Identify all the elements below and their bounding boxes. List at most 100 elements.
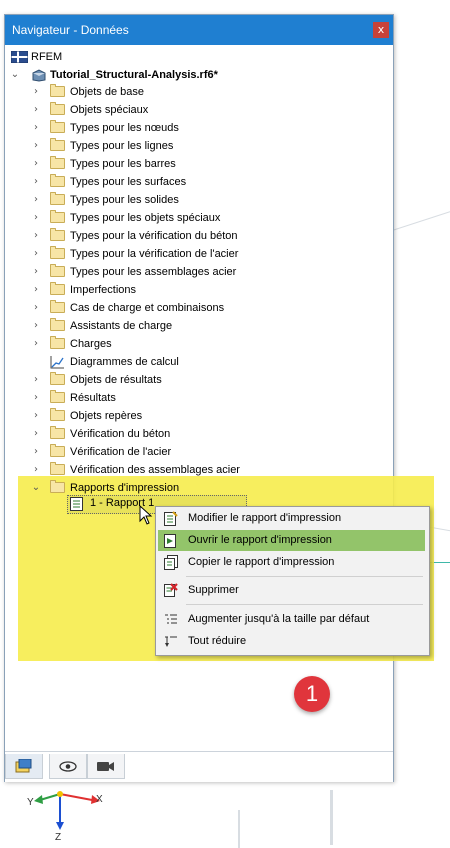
- rfem-flag-icon: [11, 51, 28, 63]
- chevron-right-icon[interactable]: ›: [31, 191, 41, 209]
- tree-item[interactable]: › Types pour les assemblages acier: [4, 263, 384, 281]
- tree-item[interactable]: › Objets spéciaux: [4, 101, 384, 119]
- folder-icon: [50, 174, 65, 187]
- tree-item[interactable]: › Types pour les solides: [4, 191, 384, 209]
- menu-item-open-report[interactable]: Ouvrir le rapport d'impression: [158, 530, 425, 551]
- menu-item-label: Tout réduire: [188, 635, 247, 647]
- folder-icon: [50, 120, 65, 133]
- delete-icon: [164, 583, 178, 597]
- tree-item[interactable]: › Types pour les nœuds: [4, 119, 384, 137]
- tree-item-label: Objets de base: [70, 86, 144, 98]
- tree-item[interactable]: › Types pour la vérification de l'acier: [4, 245, 384, 263]
- tree-item[interactable]: › Types pour les surfaces: [4, 173, 384, 191]
- navigator-tab-bar: [5, 751, 393, 782]
- chevron-right-icon[interactable]: ›: [31, 443, 41, 461]
- tree-item-label: Vérification du béton: [70, 428, 171, 440]
- tree-item[interactable]: › Objets de base: [4, 83, 384, 101]
- folder-icon: [50, 192, 65, 205]
- tree-project[interactable]: ⌄ Tutorial_Structural-Analysis.rf6*: [5, 66, 385, 84]
- tree-item[interactable]: › Vérification du béton: [4, 425, 384, 443]
- tree-item[interactable]: › Charges: [4, 335, 384, 353]
- copy-report-icon: [164, 555, 178, 570]
- chevron-right-icon[interactable]: ›: [31, 371, 41, 389]
- tree-item[interactable]: › Vérification de l'acier: [4, 443, 384, 461]
- tree-root-label: RFEM: [31, 51, 63, 63]
- tree-item-label: Résultats: [70, 392, 116, 404]
- tree-item-label: Types pour la vérification du béton: [70, 230, 238, 242]
- tree-item[interactable]: › Types pour les objets spéciaux: [4, 209, 384, 227]
- folder-icon: [50, 228, 65, 241]
- chevron-right-icon[interactable]: ›: [31, 263, 41, 281]
- folder-icon: [50, 300, 65, 313]
- tree-item[interactable]: › Objets repères: [4, 407, 384, 425]
- folder-icon: [50, 480, 65, 493]
- tab-views[interactable]: [87, 754, 125, 779]
- tree-item-label: Cas de charge et combinaisons: [70, 302, 225, 314]
- chevron-right-icon[interactable]: ›: [31, 245, 41, 263]
- chevron-right-icon[interactable]: ›: [31, 299, 41, 317]
- chevron-right-icon[interactable]: ›: [31, 389, 41, 407]
- chevron-right-icon[interactable]: ›: [31, 281, 41, 299]
- chevron-right-icon[interactable]: ›: [31, 317, 41, 335]
- mouse-cursor-icon: [139, 505, 153, 525]
- tree-item[interactable]: › Assistants de charge: [4, 317, 384, 335]
- chevron-right-icon[interactable]: ›: [31, 119, 41, 137]
- folder-icon: [50, 390, 65, 403]
- tree-item[interactable]: Diagrammes de calcul: [4, 353, 384, 371]
- folder-icon: [50, 156, 65, 169]
- chevron-down-icon[interactable]: ⌄: [31, 479, 41, 497]
- chevron-right-icon[interactable]: ›: [31, 173, 41, 191]
- tree-item[interactable]: › Types pour les barres: [4, 155, 384, 173]
- chevron-right-icon[interactable]: ›: [31, 155, 41, 173]
- folder-icon: [50, 372, 65, 385]
- menu-item-copy-report[interactable]: Copier le rapport d'impression: [158, 552, 425, 573]
- tree-item[interactable]: › Types pour la vérification du béton: [4, 227, 384, 245]
- menu-item-expand-default[interactable]: Augmenter jusqu'à la taille par défaut: [158, 609, 425, 630]
- chevron-right-icon[interactable]: ›: [31, 335, 41, 353]
- tree-item[interactable]: › Types pour les lignes: [4, 137, 384, 155]
- diagram-icon: [50, 356, 64, 369]
- folder-icon: [50, 84, 65, 97]
- folder-icon: [50, 462, 65, 475]
- tree-item[interactable]: › Imperfections: [4, 281, 384, 299]
- tree-item-label: Types pour les lignes: [70, 140, 174, 152]
- tree-item[interactable]: › Cas de charge et combinaisons: [4, 299, 384, 317]
- chevron-right-icon[interactable]: ›: [31, 83, 41, 101]
- tree-item[interactable]: › Vérification des assemblages acier: [4, 461, 384, 479]
- axis-z-label: Z: [55, 832, 61, 843]
- chevron-right-icon[interactable]: ›: [31, 461, 41, 479]
- tab-display[interactable]: [49, 754, 87, 779]
- folder-icon: [50, 336, 65, 349]
- tree-root-rfem[interactable]: RFEM: [5, 48, 385, 66]
- tree-item[interactable]: › Objets de résultats: [4, 371, 384, 389]
- chevron-right-icon[interactable]: ›: [31, 407, 41, 425]
- tree-item[interactable]: › Résultats: [4, 389, 384, 407]
- tree-item-label: Types pour les nœuds: [70, 122, 179, 134]
- tab-data[interactable]: [5, 754, 43, 779]
- close-button[interactable]: x: [373, 22, 389, 38]
- data-tab-icon: [15, 759, 32, 773]
- expand-tree-icon: [165, 614, 177, 624]
- camera-icon: [97, 762, 114, 771]
- chevron-right-icon[interactable]: ›: [31, 425, 41, 443]
- chevron-right-icon[interactable]: ›: [31, 101, 41, 119]
- tree-item-label: Objets spéciaux: [70, 104, 149, 116]
- step-badge: 1: [294, 676, 330, 712]
- folder-icon: [50, 246, 65, 259]
- menu-item-collapse-all[interactable]: Tout réduire: [158, 631, 425, 652]
- axis-triad: X Y Z: [27, 791, 103, 843]
- background-line: [238, 810, 240, 848]
- menu-item-label: Copier le rapport d'impression: [188, 556, 335, 568]
- axis-x-label: X: [96, 794, 103, 805]
- menu-item-delete[interactable]: Supprimer: [158, 580, 425, 601]
- context-menu: Modifier le rapport d'impression Ouvrir …: [155, 506, 430, 656]
- folder-icon: [50, 426, 65, 439]
- tree-item-label: Types pour les barres: [70, 158, 176, 170]
- chevron-right-icon[interactable]: ›: [31, 209, 41, 227]
- chevron-right-icon[interactable]: ›: [31, 137, 41, 155]
- menu-item-edit-report[interactable]: Modifier le rapport d'impression: [158, 508, 425, 529]
- tree-item-label: Vérification de l'acier: [70, 446, 172, 458]
- chevron-right-icon[interactable]: ›: [31, 227, 41, 245]
- chevron-down-icon[interactable]: ⌄: [10, 66, 20, 84]
- tree-item-label: Types pour les surfaces: [70, 176, 187, 188]
